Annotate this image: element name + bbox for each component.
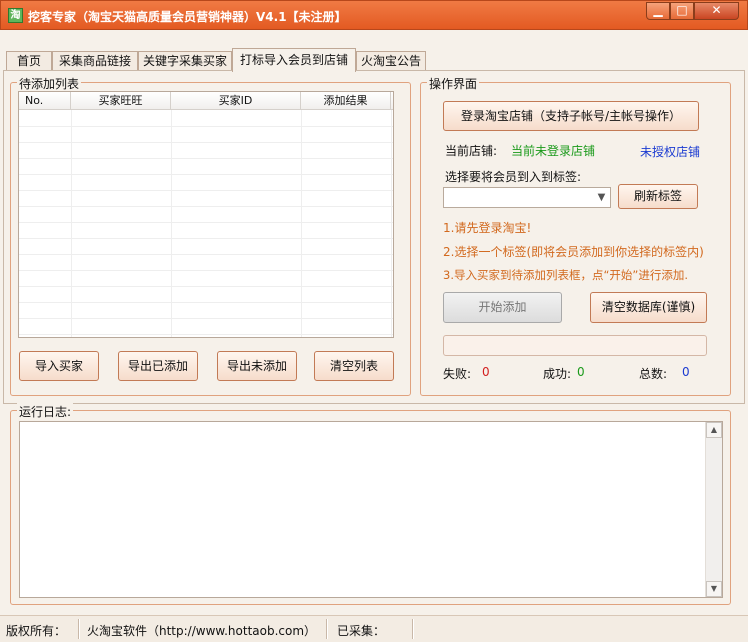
clear-list-button[interactable]: 清空列表 bbox=[314, 351, 394, 381]
grid-line bbox=[171, 110, 172, 337]
fail-label: 失败: bbox=[443, 367, 472, 381]
column-header-buyer-id[interactable]: 买家ID bbox=[171, 92, 301, 110]
grid-line bbox=[19, 190, 393, 191]
grid-line bbox=[71, 110, 72, 337]
minimize-button[interactable]: ▁ bbox=[646, 2, 670, 20]
success-label: 成功: bbox=[543, 367, 572, 381]
grid-line bbox=[19, 174, 393, 175]
maximize-button[interactable]: □ bbox=[670, 2, 694, 20]
total-label: 总数: bbox=[639, 367, 668, 381]
pending-list-table[interactable]: No. 买家旺旺 买家ID 添加结果 bbox=[18, 91, 394, 338]
tab-import-members[interactable]: 打标导入会员到店铺 bbox=[232, 48, 356, 72]
company-text: 火淘宝软件（http://www.hottaob.com） bbox=[87, 624, 317, 638]
current-shop-value: 当前未登录店铺 bbox=[511, 144, 596, 158]
pending-list-title: 待添加列表 bbox=[17, 75, 82, 92]
refresh-tag-button[interactable]: 刷新标签 bbox=[618, 184, 698, 209]
log-scrollbar[interactable]: ▲ ▼ bbox=[705, 422, 722, 597]
progress-bar bbox=[443, 335, 707, 356]
grid-line bbox=[19, 238, 393, 239]
start-add-button[interactable]: 开始添加 bbox=[443, 292, 562, 323]
grid-line bbox=[19, 302, 393, 303]
import-buyers-button[interactable]: 导入买家 bbox=[19, 351, 99, 381]
table-header: No. 买家旺旺 买家ID 添加结果 bbox=[19, 92, 393, 110]
total-count: 0 bbox=[682, 365, 690, 379]
clear-database-button[interactable]: 清空数据库(谨慎) bbox=[590, 292, 707, 323]
close-button[interactable]: ✕ bbox=[694, 2, 739, 20]
chevron-down-icon[interactable]: ▼ bbox=[593, 188, 610, 207]
tag-select[interactable]: ▼ bbox=[443, 187, 611, 208]
grid-line bbox=[301, 110, 302, 337]
tab-announcement[interactable]: 火淘宝公告 bbox=[356, 51, 426, 71]
grid-line bbox=[19, 286, 393, 287]
window-title: 挖客专家（淘宝天猫高质量会员营销神器）V4.1【未注册】 bbox=[28, 10, 347, 24]
export-added-button[interactable]: 导出已添加 bbox=[118, 351, 198, 381]
grid-line bbox=[19, 142, 393, 143]
grid-line bbox=[19, 334, 393, 335]
column-header-no[interactable]: No. bbox=[19, 92, 71, 110]
step-1-text: 1.请先登录淘宝! bbox=[443, 221, 532, 235]
step-2-text: 2.选择一个标签(即将会员添加到你选择的标签内) bbox=[443, 245, 704, 259]
tab-collect-links[interactable]: 采集商品链接 bbox=[52, 51, 138, 71]
log-title: 运行日志: bbox=[17, 403, 74, 420]
success-count: 0 bbox=[577, 365, 585, 379]
title-bar: 淘 挖客专家（淘宝天猫高质量会员营销神器）V4.1【未注册】 ▁ □ ✕ bbox=[0, 0, 748, 30]
export-unadded-button[interactable]: 导出未添加 bbox=[217, 351, 297, 381]
collected-label: 已采集： bbox=[337, 624, 386, 638]
scroll-up-icon[interactable]: ▲ bbox=[706, 422, 722, 438]
status-separator bbox=[78, 619, 80, 639]
grid-line bbox=[19, 206, 393, 207]
copyright-label: 版权所有： bbox=[6, 624, 67, 638]
grid-line bbox=[19, 126, 393, 127]
grid-line bbox=[19, 318, 393, 319]
status-separator bbox=[412, 619, 414, 639]
log-textarea[interactable]: ▲ ▼ bbox=[19, 421, 723, 598]
grid-line bbox=[19, 254, 393, 255]
select-tag-label: 选择要将会员到入到标签: bbox=[445, 170, 582, 184]
tab-home[interactable]: 首页 bbox=[6, 51, 52, 71]
grid-line bbox=[19, 222, 393, 223]
operation-title: 操作界面 bbox=[427, 75, 480, 92]
grid-line bbox=[19, 270, 393, 271]
login-shop-button[interactable]: 登录淘宝店铺（支持子帐号/主帐号操作） bbox=[443, 101, 699, 131]
tab-keyword-collect[interactable]: 关键字采集买家 bbox=[138, 51, 232, 71]
status-bar: 版权所有： 火淘宝软件（http://www.hottaob.com） 已采集： bbox=[0, 615, 748, 642]
current-shop-label: 当前店铺: bbox=[445, 144, 498, 158]
scroll-down-icon[interactable]: ▼ bbox=[706, 581, 722, 597]
auth-status: 未授权店铺 bbox=[640, 145, 701, 159]
status-separator bbox=[326, 619, 328, 639]
grid-line bbox=[391, 110, 392, 337]
column-header-wangwang[interactable]: 买家旺旺 bbox=[71, 92, 171, 110]
fail-count: 0 bbox=[482, 365, 490, 379]
grid-line bbox=[19, 158, 393, 159]
column-header-result[interactable]: 添加结果 bbox=[301, 92, 391, 110]
step-3-text: 3.导入买家到待添加列表框，点“开始”进行添加. bbox=[443, 268, 689, 282]
app-icon: 淘 bbox=[8, 8, 23, 23]
